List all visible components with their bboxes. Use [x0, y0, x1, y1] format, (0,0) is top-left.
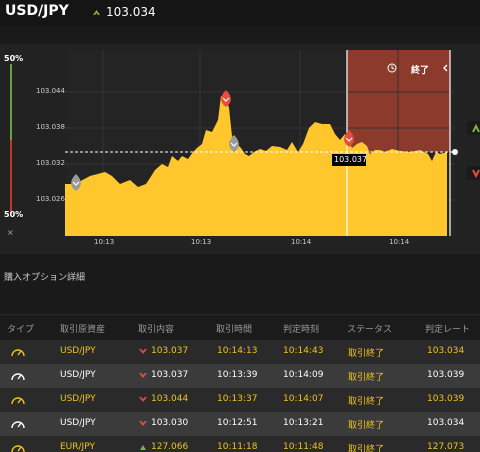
table-row[interactable]: USD/JPY 103.044 10:13:37 10:14:07 取引終了 103.03…	[0, 388, 480, 412]
current-price-tag: 103.037	[334, 155, 368, 164]
price-cell: 103.037	[151, 346, 189, 356]
y-tick-label: 103.032	[36, 159, 65, 167]
call-percentage: 50%	[4, 54, 24, 63]
trade-time-cell: 10:12:51	[217, 418, 258, 428]
gauge-icon	[11, 421, 25, 429]
price-cell: 103.037	[151, 370, 189, 380]
status-cell: 取引終了	[348, 421, 385, 431]
table-row[interactable]: USD/JPY 103.037 10:13:39 10:14:09 取引終了 103.03…	[0, 364, 480, 388]
header-bar: USD/JPY 103.034	[0, 0, 480, 26]
y-tick-label: 103.044	[36, 87, 65, 95]
asset-cell: USD/JPY	[60, 370, 96, 380]
current-price-dot	[452, 149, 458, 155]
direction-icon	[139, 421, 147, 426]
status-cell: 取引終了	[348, 373, 385, 383]
x-tick-label: 10:14	[389, 238, 410, 246]
put-ratio-bar	[10, 140, 12, 214]
table-row[interactable]: USD/JPY 103.037 10:14:13 10:14:43 取引終了 103.03…	[0, 340, 480, 364]
trade-time-cell: 10:14:13	[217, 346, 258, 356]
price-cell: 103.044	[151, 394, 189, 404]
section-title: 購入オプション詳細	[4, 273, 86, 283]
asset-cell: USD/JPY	[60, 394, 96, 404]
price-chart[interactable]: 50% 50% × 103.044 103.038 103.032 103.026 1…	[0, 44, 480, 254]
call-ratio-bar	[10, 64, 12, 140]
price-cell: 103.030	[151, 418, 189, 428]
trade-time-cell: 10:13:39	[217, 370, 258, 380]
rate-cell: 103.034	[427, 418, 465, 428]
x-tick-label: 10:13	[191, 238, 212, 246]
judge-time-cell: 10:14:09	[283, 370, 324, 380]
gauge-icon	[11, 445, 25, 452]
put-percentage: 50%	[4, 210, 24, 219]
rate-cell: 103.039	[427, 394, 465, 404]
rate-cell: 103.039	[427, 370, 465, 380]
direction-icon	[139, 373, 147, 378]
direction-icon	[139, 397, 147, 402]
chart-canvas[interactable]	[0, 44, 480, 254]
close-chart-button[interactable]: ×	[7, 228, 14, 237]
trade-time-cell: 10:13:37	[217, 394, 258, 404]
header-judge-time: 判定時刻	[283, 325, 320, 335]
y-tick-label: 103.038	[36, 123, 65, 131]
header-content: 取引内容	[138, 325, 175, 335]
judge-time-cell: 10:13:21	[283, 418, 324, 428]
gauge-icon	[11, 373, 25, 381]
direction-icon	[139, 349, 147, 354]
header-type: タイプ	[7, 325, 35, 335]
judge-time-cell: 10:14:43	[283, 346, 324, 356]
current-rate: 103.034	[106, 5, 156, 19]
gauge-icon	[11, 349, 25, 357]
asset-cell: USD/JPY	[60, 346, 96, 356]
x-tick-label: 10:14	[291, 238, 312, 246]
rate-up-icon	[93, 10, 100, 15]
direction-icon	[140, 445, 146, 450]
asset-cell: EUR/JPY	[60, 442, 95, 452]
rate-cell: 127.073	[427, 442, 465, 452]
table-row[interactable]: EUR/JPY 127.066 10:11:18 10:11:48 取引終了 127.07…	[0, 436, 480, 452]
expiry-label: 終了	[411, 66, 430, 76]
header-status: ステータス	[347, 325, 393, 335]
status-cell: 取引終了	[348, 349, 385, 359]
trade-time-cell: 10:11:18	[217, 442, 258, 452]
judge-time-cell: 10:14:07	[283, 394, 324, 404]
price-cell: 127.066	[151, 442, 189, 452]
gauge-icon	[11, 397, 25, 405]
header-rate: 判定レート	[425, 325, 471, 335]
trading-app: USD/JPY 103.034 50% 50% × 103.044 103.03…	[0, 0, 480, 452]
status-cell: 取引終了	[348, 397, 385, 407]
status-cell: 取引終了	[348, 445, 385, 452]
header-asset: 取引原資産	[60, 325, 106, 335]
header-trade-time: 取引時間	[216, 325, 253, 335]
asset-cell: USD/JPY	[60, 418, 96, 428]
rate-cell: 103.034	[427, 346, 465, 356]
x-tick-label: 10:13	[94, 238, 115, 246]
y-tick-label: 103.026	[36, 195, 65, 203]
currency-pair-title: USD/JPY	[5, 3, 69, 19]
judge-time-cell: 10:11:48	[283, 442, 324, 452]
trade-history-table: タイプ 取引原資産 取引内容 取引時間 判定時刻 ステータス 判定レート USD…	[0, 314, 480, 452]
table-header: タイプ 取引原資産 取引内容 取引時間 判定時刻 ステータス 判定レート	[0, 314, 480, 340]
table-row[interactable]: USD/JPY 103.030 10:12:51 10:13:21 取引終了 103.03…	[0, 412, 480, 436]
